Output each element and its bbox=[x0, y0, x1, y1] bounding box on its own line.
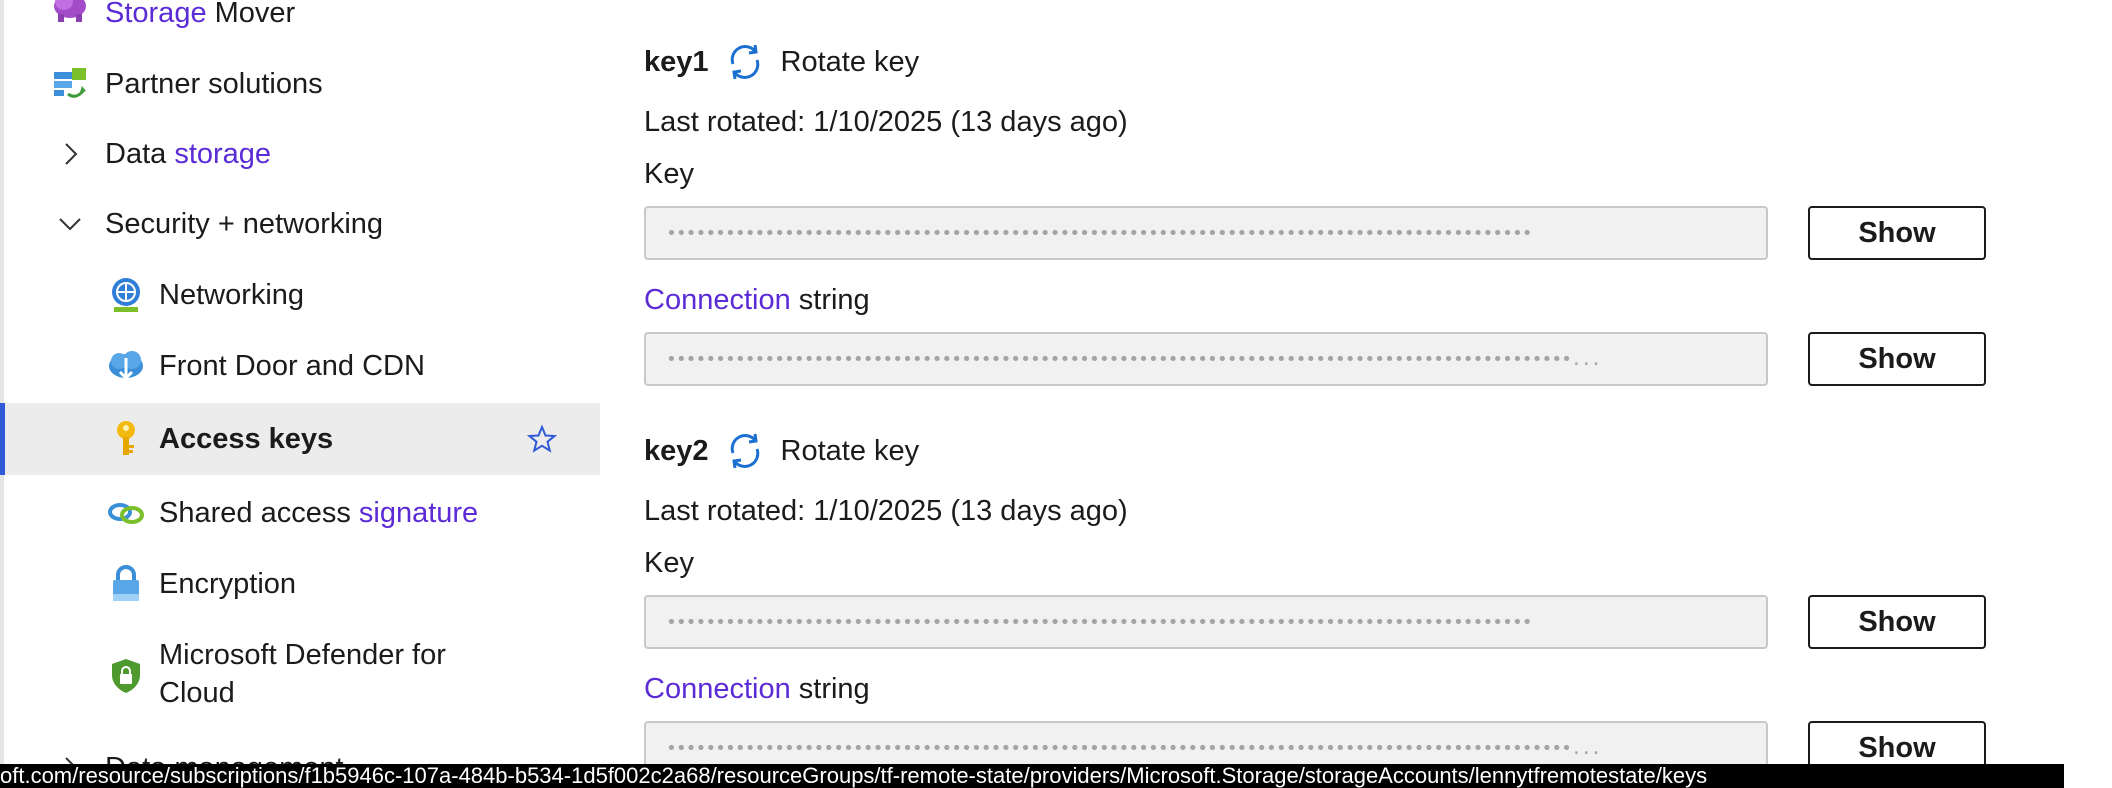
networking-icon bbox=[106, 275, 146, 315]
sidebar-item-label: Encryption bbox=[159, 568, 297, 600]
key-name: key1 bbox=[644, 45, 709, 78]
resource-menu-sidebar: Storage Mover Partner solutions Data sto… bbox=[0, 0, 600, 788]
front-door-cdn-icon bbox=[106, 346, 146, 386]
sidebar-item-partner-solutions[interactable]: Partner solutions bbox=[4, 64, 600, 104]
key-label: Key bbox=[644, 547, 694, 579]
storage-mover-icon bbox=[50, 0, 90, 26]
shared-access-signature-icon bbox=[106, 493, 146, 533]
last-rotated-text: Last rotated: 1/10/2025 (13 days ago) bbox=[644, 106, 1128, 138]
sidebar-item-label: Partner solutions bbox=[105, 68, 323, 100]
sidebar-item-encryption[interactable]: Encryption bbox=[4, 564, 600, 604]
key2-header: key2 Rotate key bbox=[644, 429, 919, 473]
rotate-icon bbox=[730, 44, 759, 80]
connection-string-label-part: string bbox=[790, 673, 870, 705]
connection-string-label-part: Connection bbox=[644, 284, 791, 316]
connection-string-label: Connection string bbox=[644, 673, 870, 706]
defender-shield-icon bbox=[106, 656, 146, 696]
chevron-right-icon[interactable] bbox=[56, 140, 84, 168]
sidebar-item-label-part: storage bbox=[174, 138, 272, 170]
sidebar-item-label-line1: Microsoft Defender for bbox=[159, 639, 446, 671]
sidebar-item-access-keys[interactable]: Access keys bbox=[0, 403, 600, 475]
key2-value-field[interactable]: ••••••••••••••••••••••••••••••••••••••••… bbox=[644, 595, 1768, 649]
partner-solutions-icon bbox=[50, 64, 90, 104]
sidebar-item-label: Access keys bbox=[159, 423, 334, 455]
key1-connection-string-field[interactable]: ••••••••••••••••••••••••••••••••••••••••… bbox=[644, 332, 1768, 386]
show-key1-connection-string-button[interactable]: Show bbox=[1808, 332, 1986, 386]
sidebar-item-label-line2: Cloud bbox=[159, 677, 235, 709]
sidebar-item-networking[interactable]: Networking bbox=[4, 275, 600, 315]
sidebar-item-label-part: Shared access bbox=[159, 497, 359, 529]
link-preview-status-bar: oft.com/resource/subscriptions/f1b5946c-… bbox=[0, 764, 2064, 788]
connection-string-label-part: string bbox=[790, 284, 870, 316]
sidebar-item-label: Front Door and CDN bbox=[159, 350, 425, 382]
sidebar-item-shared-access-signature[interactable]: Shared access signature bbox=[4, 493, 600, 533]
sidebar-item-label: Security + networking bbox=[105, 208, 384, 240]
show-key2-button[interactable]: Show bbox=[1808, 595, 1986, 649]
access-keys-content: key1 Rotate key Last rotated: 1/10/2025 … bbox=[600, 0, 2112, 788]
sidebar-group-security-networking[interactable]: Security + networking bbox=[4, 204, 600, 244]
show-key1-button[interactable]: Show bbox=[1808, 206, 1986, 260]
rotate-key-label: Rotate key bbox=[780, 45, 920, 78]
key-icon bbox=[106, 419, 146, 459]
sidebar-item-label-part: Mover bbox=[206, 0, 296, 29]
sidebar-item-label-part: signature bbox=[358, 497, 479, 529]
favorite-star-icon[interactable] bbox=[527, 424, 557, 454]
chevron-down-icon[interactable] bbox=[56, 210, 84, 238]
rotate-key2-button[interactable]: Rotate key bbox=[725, 431, 920, 471]
rotate-key1-button[interactable]: Rotate key bbox=[725, 42, 920, 82]
encryption-icon bbox=[106, 564, 146, 604]
sidebar-item-storage-mover[interactable]: Storage Mover bbox=[4, 0, 600, 34]
sidebar-item-label-part: Data bbox=[105, 138, 175, 170]
rotate-icon bbox=[730, 433, 759, 469]
connection-string-label-part: Connection bbox=[644, 673, 791, 705]
key1-value-field[interactable]: ••••••••••••••••••••••••••••••••••••••••… bbox=[644, 206, 1768, 260]
key-name: key2 bbox=[644, 434, 709, 467]
key1-header: key1 Rotate key bbox=[644, 40, 919, 84]
key-label: Key bbox=[644, 158, 694, 190]
rotate-key-label: Rotate key bbox=[780, 434, 920, 467]
sidebar-item-front-door-cdn[interactable]: Front Door and CDN bbox=[4, 346, 600, 386]
sidebar-item-label: Networking bbox=[159, 279, 305, 311]
last-rotated-text: Last rotated: 1/10/2025 (13 days ago) bbox=[644, 495, 1128, 527]
sidebar-item-data-storage[interactable]: Data storage bbox=[4, 134, 600, 174]
sidebar-item-microsoft-defender[interactable]: Microsoft Defender for Cloud bbox=[4, 636, 600, 714]
azure-portal-page: Storage Mover Partner solutions Data sto… bbox=[0, 0, 2112, 788]
sidebar-item-label-part: Storage bbox=[105, 0, 207, 29]
connection-string-label: Connection string bbox=[644, 284, 870, 317]
